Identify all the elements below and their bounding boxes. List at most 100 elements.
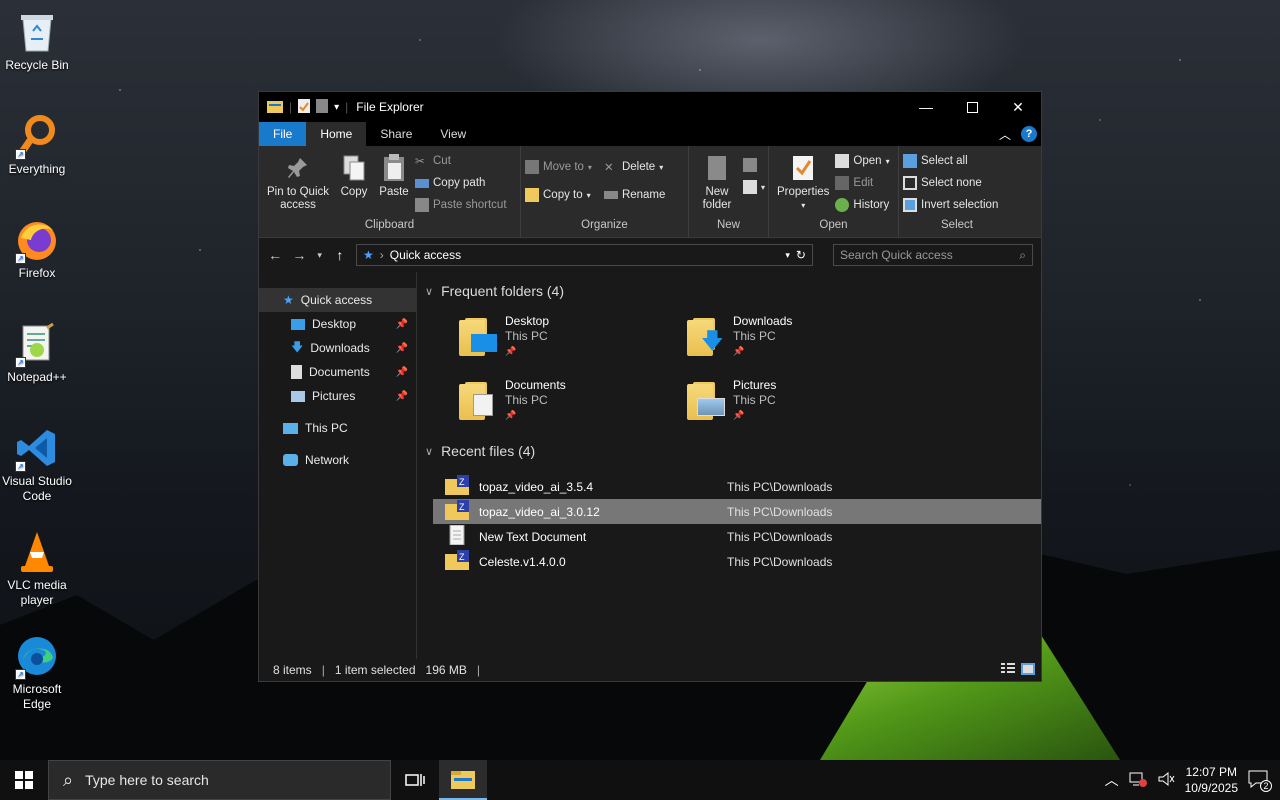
- svg-text:Z: Z: [459, 477, 465, 487]
- desktop-icon-notepadpp[interactable]: ↗ Notepad++: [0, 320, 74, 385]
- nav-item-this-pc[interactable]: This PC: [259, 416, 416, 440]
- volume-muted-icon[interactable]: [1157, 771, 1175, 790]
- chevron-up-icon[interactable]: ︿: [1105, 770, 1119, 790]
- start-button[interactable]: [0, 760, 48, 800]
- pin-to-quick-access-button[interactable]: Pin to Quick access: [263, 150, 333, 219]
- star-icon: ★: [283, 293, 294, 307]
- select-all-icon: [903, 154, 917, 168]
- status-bar: 8 items | 1 item selected 196 MB |: [259, 659, 1041, 681]
- maximize-button[interactable]: [949, 92, 995, 122]
- recent-file-row[interactable]: Z Celeste.v1.4.0.0 This PC\Downloads: [425, 549, 1041, 574]
- clock[interactable]: 12:07 PM 10/9/2025: [1185, 764, 1238, 796]
- properties-qa-icon[interactable]: [298, 98, 311, 116]
- recent-file-row[interactable]: New Text Document This PC\Downloads: [425, 524, 1041, 549]
- nav-item-pictures[interactable]: Pictures 📌: [259, 384, 416, 408]
- desktop-icon-everything[interactable]: ↗ Everything: [0, 112, 74, 177]
- delete-button[interactable]: ✕ Delete ▾: [604, 158, 665, 176]
- copy-button[interactable]: Copy: [335, 150, 373, 219]
- select-all-button[interactable]: Select all: [903, 152, 998, 170]
- move-to-button[interactable]: Move to ▾: [525, 158, 592, 176]
- recent-files-header[interactable]: ∨ Recent files (4): [425, 440, 1041, 462]
- rename-button[interactable]: Rename: [603, 186, 665, 204]
- desktop-icon-vlc[interactable]: VLC media player: [0, 528, 74, 608]
- recent-locations-icon[interactable]: ▾: [316, 250, 324, 261]
- chevron-down-icon: ∨: [425, 285, 434, 298]
- taskbar-search-box[interactable]: ⌕ Type here to search: [48, 760, 391, 800]
- address-bar[interactable]: ★ › Quick access ▾ ↻: [355, 244, 813, 266]
- invert-selection-button[interactable]: Invert selection: [903, 196, 998, 214]
- taskbar-search-placeholder: Type here to search: [85, 772, 209, 788]
- desktop-icon-label: Recycle Bin: [5, 58, 69, 72]
- task-view-icon: [405, 774, 425, 786]
- pin-icon: 📌: [395, 366, 408, 378]
- cut-button[interactable]: ✂ Cut: [415, 152, 507, 170]
- computer-icon: [283, 422, 298, 434]
- task-view-button[interactable]: [391, 760, 439, 800]
- tab-home[interactable]: Home: [306, 122, 367, 146]
- vscode-icon: ↗: [13, 424, 61, 472]
- recent-file-row[interactable]: Ztopaz_video_ai_3.5.4 This PC\Downloads: [425, 474, 1041, 499]
- nav-item-documents[interactable]: Documents 📌: [259, 360, 416, 384]
- notifications-button[interactable]: 2: [1248, 770, 1272, 792]
- taskbar: ⌕ Type here to search ︿ 12:07 PM 10/9/20…: [0, 760, 1280, 800]
- forward-arrow-icon[interactable]: →: [291, 247, 307, 263]
- back-arrow-icon[interactable]: ←: [267, 247, 283, 263]
- minimize-button[interactable]: —: [903, 92, 949, 122]
- nav-item-network[interactable]: Network: [259, 448, 416, 472]
- desktop-icon-firefox[interactable]: ↗ Firefox: [0, 216, 74, 281]
- title-bar[interactable]: | ▾ | File Explorer — ✕: [259, 92, 1041, 122]
- folder-tile-pictures[interactable]: Pictures This PC 📌: [687, 378, 915, 424]
- rename-icon: [603, 191, 618, 199]
- folder-tile-downloads[interactable]: 🡇 Downloads This PC 📌: [687, 314, 915, 360]
- desktop-icon-label: Notepad++: [7, 370, 67, 384]
- tab-view[interactable]: View: [426, 122, 480, 146]
- copy-to-button[interactable]: Copy to ▾: [525, 186, 592, 204]
- refresh-icon[interactable]: ↻: [796, 248, 806, 262]
- address-dropdown-icon[interactable]: ▾: [785, 250, 790, 261]
- desktop-icon-edge[interactable]: ↗ Microsoft Edge: [0, 632, 74, 712]
- paste-button[interactable]: Paste: [375, 150, 413, 219]
- nav-item-quick-access[interactable]: ★ Quick access: [259, 288, 416, 312]
- desktop-icon-recycle-bin[interactable]: Recycle Bin: [0, 8, 74, 73]
- open-group: Properties ▾ Open ▾ Edit History Open: [769, 146, 899, 237]
- close-button[interactable]: ✕: [995, 92, 1041, 122]
- nav-item-desktop[interactable]: Desktop 📌: [259, 312, 416, 336]
- edit-button[interactable]: Edit: [835, 174, 889, 192]
- details-view-icon[interactable]: [1001, 662, 1015, 678]
- notification-count-badge: 2: [1260, 780, 1272, 792]
- select-none-button[interactable]: Select none: [903, 174, 998, 192]
- new-folder-button[interactable]: New folder: [693, 150, 741, 219]
- customize-qa-icon[interactable]: ▾: [334, 102, 339, 113]
- chevron-down-icon: ∨: [425, 445, 434, 458]
- help-icon[interactable]: ?: [1021, 126, 1037, 142]
- nav-item-downloads[interactable]: 🡇 Downloads 📌: [259, 336, 416, 360]
- desktop-icon-vscode[interactable]: ↗ Visual Studio Code: [0, 424, 74, 504]
- scissors-icon: ✂: [415, 156, 425, 168]
- copy-path-button[interactable]: Copy path: [415, 174, 507, 192]
- recent-file-row-selected[interactable]: Ztopaz_video_ai_3.0.12 This PC\Downloads: [433, 499, 1041, 524]
- paste-shortcut-button[interactable]: Paste shortcut: [415, 196, 507, 214]
- taskbar-file-explorer-button[interactable]: [439, 760, 487, 800]
- up-arrow-icon[interactable]: ↑: [332, 247, 348, 263]
- frequent-folders-header[interactable]: ∨ Frequent folders (4): [425, 280, 1041, 302]
- network-status-icon[interactable]: [1129, 771, 1147, 790]
- properties-button[interactable]: Properties ▾: [773, 150, 833, 219]
- tab-share[interactable]: Share: [366, 122, 426, 146]
- new-folder-qa-icon[interactable]: [316, 98, 329, 116]
- search-box[interactable]: Search Quick access ⌕: [832, 244, 1033, 266]
- history-button[interactable]: History: [835, 196, 889, 214]
- copy-label: Copy: [340, 186, 368, 198]
- select-group-label: Select: [941, 219, 973, 231]
- open-icon: [835, 154, 850, 168]
- collapse-ribbon-icon[interactable]: ︿: [999, 126, 1011, 143]
- tab-file[interactable]: File: [259, 122, 307, 146]
- desktop-icon-label: Microsoft Edge: [12, 682, 62, 711]
- new-item-button[interactable]: [743, 156, 765, 174]
- large-icons-view-icon[interactable]: [1021, 662, 1035, 678]
- documents-icon: [291, 365, 302, 379]
- easy-access-button[interactable]: ▾: [743, 178, 765, 196]
- open-button[interactable]: Open ▾: [835, 152, 890, 170]
- folder-tile-documents[interactable]: Documents This PC 📌: [459, 378, 687, 424]
- content-area: ★ Quick access Desktop 📌 🡇 Downloads 📌 Docum…: [259, 272, 1041, 659]
- folder-tile-desktop[interactable]: Desktop This PC 📌: [459, 314, 687, 360]
